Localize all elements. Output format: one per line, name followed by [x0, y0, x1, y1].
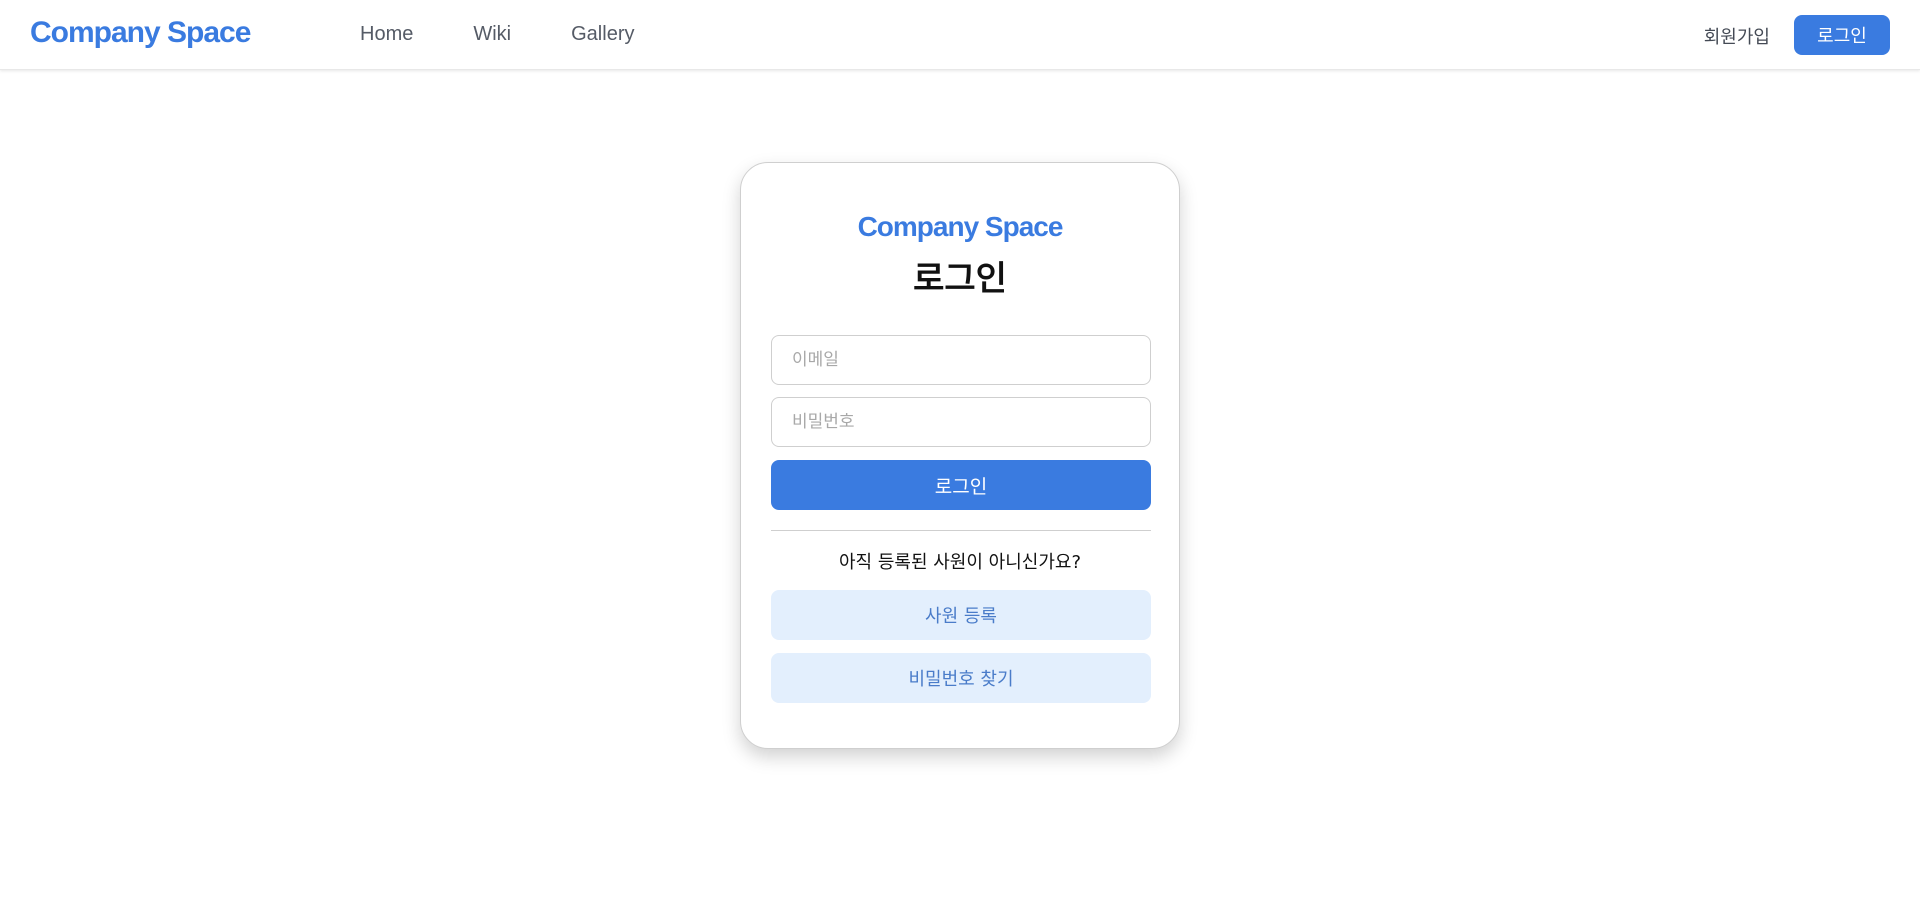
login-card: Company Space 로그인 로그인 아직 등록된 사원이 아니신가요? … [740, 162, 1180, 749]
brand-logo-link[interactable]: Company Space [30, 16, 251, 50]
divider [771, 530, 1151, 531]
header-login-button[interactable]: 로그인 [1794, 15, 1890, 55]
nav-link-home[interactable]: Home [360, 23, 413, 46]
main-nav: Home Wiki Gallery [360, 23, 694, 46]
nav-link-wiki[interactable]: Wiki [473, 23, 511, 46]
top-navigation-bar: Company Space Home Wiki Gallery 회원가입 로그인 [0, 0, 1920, 70]
password-input[interactable] [771, 397, 1151, 447]
login-submit-button[interactable]: 로그인 [771, 460, 1151, 510]
find-password-button[interactable]: 비밀번호 찾기 [771, 653, 1151, 703]
register-prompt-text: 아직 등록된 사원이 아니신가요? [839, 552, 1081, 573]
signup-link[interactable]: 회원가입 [1704, 23, 1770, 49]
login-title: 로그인 [913, 259, 1007, 299]
employee-register-button[interactable]: 사원 등록 [771, 590, 1151, 640]
email-input[interactable] [771, 335, 1151, 385]
nav-link-gallery[interactable]: Gallery [571, 23, 634, 46]
card-brand-text: Company Space [857, 211, 1064, 242]
